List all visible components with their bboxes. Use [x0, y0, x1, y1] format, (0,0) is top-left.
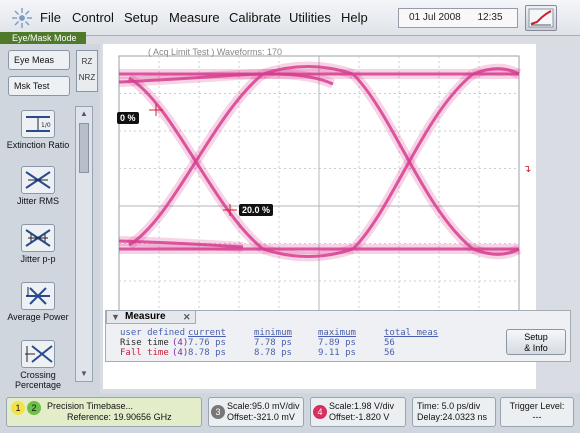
- jitter-rms-icon: [21, 166, 55, 194]
- measurement-toolbar: 1/0 Extinction Ratio Jitter RMS Jitter p…: [6, 110, 70, 390]
- time-box[interactable]: Time: 5.0 ps/div Delay:24.0323 ns: [412, 397, 496, 427]
- menu-bar: File Control Setup Measure Calibrate Uti…: [0, 0, 580, 36]
- setup-info-button[interactable]: Setup & Info: [506, 329, 566, 355]
- info-label: & Info: [524, 343, 548, 353]
- jitter-pp-tool[interactable]: Jitter p-p: [6, 224, 70, 264]
- fall-time-channel: (4): [172, 348, 189, 358]
- eye-meas-button[interactable]: Eye Meas: [8, 50, 70, 70]
- col-minimum: minimum: [254, 328, 292, 338]
- ch3-scale: Scale:95.0 mV/div: [227, 401, 300, 411]
- eye-meas-label: Eye Meas: [14, 55, 55, 65]
- extinction-ratio-label: Extinction Ratio: [6, 140, 70, 150]
- rise-time-maximum: 7.89 ps: [318, 338, 356, 348]
- scrollbar-thumb[interactable]: [79, 123, 89, 173]
- ch4-scale: Scale:1.98 V/div: [329, 401, 395, 411]
- measure-tab[interactable]: Measure ▼ ✕: [106, 310, 196, 324]
- timebase-reference: Reference: 19.90656 GHz: [67, 412, 172, 422]
- acquisition-status: ( Acq Limit Test ) Waveforms: 170: [148, 47, 283, 57]
- scroll-up-icon[interactable]: ▲: [78, 109, 90, 119]
- jitter-pp-label: Jitter p-p: [20, 254, 56, 264]
- ch4-offset: Offset:-1.820 V: [329, 412, 390, 422]
- jitter-rms-label: Jitter RMS: [16, 196, 59, 206]
- svg-text:↴: ↴: [523, 164, 531, 175]
- toolbar-scrollbar[interactable]: ▲ ▼: [75, 106, 93, 382]
- rise-time-total: 56: [384, 338, 395, 348]
- menu-measure[interactable]: Measure: [169, 10, 220, 25]
- signal-icon: [528, 8, 554, 28]
- trigger-box[interactable]: Trigger Level: ---: [500, 397, 574, 427]
- timebase-title: Precision Timebase...: [47, 401, 134, 411]
- col-total-meas: total meas: [384, 328, 439, 338]
- channel-3-box[interactable]: 3 Scale:95.0 mV/div Offset:-321.0 mV: [208, 397, 304, 427]
- scroll-down-icon[interactable]: ▼: [78, 369, 90, 379]
- ch3-offset: Offset:-321.0 mV: [227, 412, 295, 422]
- svg-text:1/0: 1/0: [41, 122, 51, 129]
- status-bar: 12 Precision Timebase... Reference: 19.9…: [0, 393, 580, 433]
- col-maximum: maximum: [318, 328, 356, 338]
- rise-time-name: Rise time: [120, 338, 169, 348]
- fall-time-current: 8.78 ps: [188, 348, 226, 358]
- trigger-label: Trigger Level:: [509, 401, 565, 411]
- time-scale: Time: 5.0 ps/div: [417, 401, 481, 411]
- menu-control[interactable]: Control: [72, 10, 114, 25]
- channel-3-badge: 3: [211, 405, 225, 419]
- channel-2-badge: 2: [27, 401, 41, 415]
- trigger-value: ---: [532, 412, 542, 422]
- jitter-rms-tool[interactable]: Jitter RMS: [6, 166, 70, 206]
- time-text: 12:35: [477, 12, 503, 23]
- left-panel: Eye Meas Msk Test RZ NRZ 1/0 Extinction …: [0, 44, 100, 394]
- timebase-box[interactable]: 12 Precision Timebase... Reference: 19.9…: [6, 397, 202, 427]
- col-current: current: [188, 328, 226, 338]
- setup-label: Setup: [524, 332, 548, 342]
- mask-test-label: Msk Test: [14, 81, 50, 91]
- nrz-label: NRZ: [78, 73, 96, 82]
- mask-test-button[interactable]: Msk Test: [8, 76, 70, 96]
- crossing-readout-center: 20.0 %: [239, 204, 274, 216]
- menu-utilities[interactable]: Utilities: [289, 10, 331, 25]
- agilent-logo-icon: [12, 8, 32, 28]
- date-time-display: 01 Jul 2008 12:35: [398, 8, 518, 28]
- menu-file[interactable]: File: [40, 10, 61, 25]
- channel-4-badge: 4: [313, 405, 327, 419]
- fall-time-minimum: 8.78 ps: [254, 348, 292, 358]
- average-power-icon: [21, 282, 55, 310]
- measure-panel: Measure ▼ ✕ user defined current minimum…: [105, 310, 571, 362]
- fall-time-name: Fall time: [120, 348, 169, 358]
- close-icon[interactable]: ✕: [183, 311, 191, 323]
- collapse-icon[interactable]: ▼: [111, 311, 120, 323]
- menu-setup[interactable]: Setup: [124, 10, 158, 25]
- rz-label: RZ: [81, 57, 93, 66]
- menu-calibrate[interactable]: Calibrate: [229, 10, 281, 25]
- crossing-percentage-tool[interactable]: Crossing Percentage: [6, 340, 70, 390]
- crossing-readout-left: 0 %: [117, 112, 139, 124]
- rise-time-minimum: 7.78 ps: [254, 338, 292, 348]
- crossing-percentage-icon: [21, 340, 55, 368]
- average-power-tool[interactable]: Average Power: [6, 282, 70, 322]
- date-text: 01 Jul 2008: [409, 12, 461, 23]
- fall-time-total: 56: [384, 348, 395, 358]
- signal-button[interactable]: [525, 5, 557, 31]
- measure-title: Measure: [125, 311, 166, 322]
- average-power-label: Average Power: [7, 312, 69, 322]
- col-user-defined: user defined: [120, 328, 186, 338]
- extinction-ratio-tool[interactable]: 1/0 Extinction Ratio: [6, 110, 70, 150]
- crossing-percentage-label: Crossing Percentage: [14, 370, 62, 390]
- rise-time-channel: (4): [172, 338, 189, 348]
- fall-time-maximum: 9.11 ps: [318, 348, 356, 358]
- channel-1-badge: 1: [11, 401, 25, 415]
- rz-nrz-toggle[interactable]: RZ NRZ: [76, 50, 98, 92]
- jitter-pp-icon: [21, 224, 55, 252]
- time-delay: Delay:24.0323 ns: [417, 412, 488, 422]
- mode-title: Eye/Mask Mode: [0, 32, 86, 44]
- rise-time-current: 7.76 ps: [188, 338, 226, 348]
- extinction-ratio-icon: 1/0: [21, 110, 55, 138]
- menu-help[interactable]: Help: [341, 10, 368, 25]
- channel-4-box[interactable]: 4 Scale:1.98 V/div Offset:-1.820 V: [310, 397, 406, 427]
